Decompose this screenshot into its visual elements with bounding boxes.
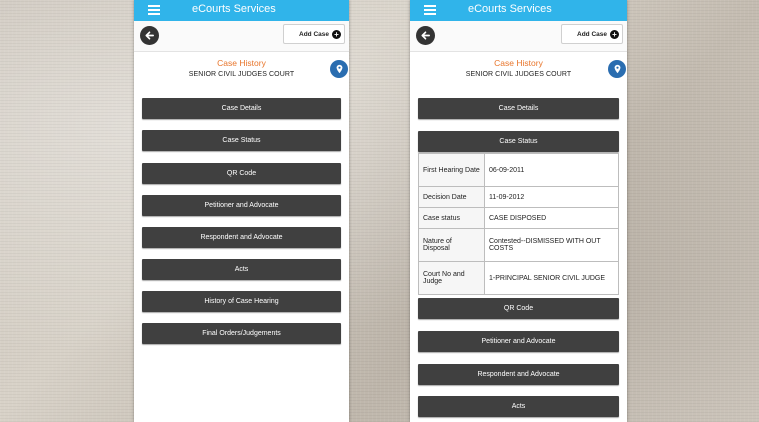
- table-row: Nature of Disposal Contested--DISMISSED …: [418, 228, 619, 262]
- back-button[interactable]: [416, 26, 435, 45]
- plus-circle-icon: +: [610, 29, 619, 39]
- case-history-title: Case History: [217, 58, 266, 68]
- app-bar: eCourts Services: [134, 0, 349, 21]
- case-status-button[interactable]: Case Status: [142, 130, 341, 151]
- case-history-header: Case History SENIOR CIVIL JUDGES COURT: [134, 58, 349, 78]
- first-hearing-date-value: 06-09-2011: [484, 153, 619, 187]
- map-pin-icon: [336, 64, 342, 74]
- acts-button[interactable]: Acts: [418, 396, 619, 417]
- court-name: SENIOR CIVIL JUDGES COURT: [188, 71, 295, 78]
- case-details-button[interactable]: Case Details: [418, 98, 619, 119]
- case-status-table: First Hearing Date 06-09-2011 Decision D…: [418, 153, 619, 295]
- add-case-label: Add Case: [299, 30, 329, 38]
- hamburger-menu-icon[interactable]: [148, 3, 160, 17]
- arrow-left-icon: [145, 31, 154, 40]
- nature-of-disposal-value: Contested--DISMISSED WITH OUT COSTS: [484, 228, 619, 262]
- first-hearing-date-label: First Hearing Date: [418, 153, 485, 187]
- final-orders-button[interactable]: Final Orders/Judgements: [142, 323, 341, 344]
- case-details-button[interactable]: Case Details: [142, 98, 341, 119]
- app-title: eCourts Services: [468, 3, 552, 15]
- toolbar: Add Case +: [410, 21, 627, 52]
- phone-screen-left: eCourts Services Add Case + Case History…: [134, 0, 349, 422]
- add-case-button[interactable]: Add Case +: [561, 24, 623, 44]
- add-case-label: Add Case: [577, 30, 607, 38]
- acts-button[interactable]: Acts: [142, 259, 341, 280]
- qr-code-button[interactable]: QR Code: [418, 298, 619, 319]
- toolbar: Add Case +: [134, 21, 349, 52]
- table-row: First Hearing Date 06-09-2011: [418, 153, 619, 187]
- petitioner-advocate-button[interactable]: Petitioner and Advocate: [418, 331, 619, 352]
- map-pin-icon: [614, 64, 620, 74]
- petitioner-advocate-button[interactable]: Petitioner and Advocate: [142, 195, 341, 216]
- qr-code-button[interactable]: QR Code: [142, 163, 341, 184]
- add-case-button[interactable]: Add Case +: [283, 24, 345, 44]
- court-no-judge-value: 1-PRINCIPAL SENIOR CIVIL JUDGE: [484, 261, 619, 295]
- table-row: Court No and Judge 1-PRINCIPAL SENIOR CI…: [418, 261, 619, 295]
- decision-date-label: Decision Date: [418, 186, 485, 208]
- case-status-button[interactable]: Case Status: [418, 131, 619, 152]
- arrow-left-icon: [421, 31, 430, 40]
- table-row: Case status CASE DISPOSED: [418, 207, 619, 229]
- case-history-header: Case History SENIOR CIVIL JUDGES COURT: [410, 58, 627, 78]
- nature-of-disposal-label: Nature of Disposal: [418, 228, 485, 262]
- plus-circle-icon: +: [332, 29, 341, 39]
- court-no-judge-label: Court No and Judge: [418, 261, 485, 295]
- respondent-advocate-button[interactable]: Respondent and Advocate: [142, 227, 341, 248]
- history-of-case-hearing-button[interactable]: History of Case Hearing: [142, 291, 341, 312]
- court-name: SENIOR CIVIL JUDGES COURT: [465, 71, 572, 78]
- case-status-label: Case status: [418, 207, 485, 229]
- decision-date-value: 11-09-2012: [484, 186, 619, 208]
- back-button[interactable]: [140, 26, 159, 45]
- table-row: Decision Date 11-09-2012: [418, 186, 619, 208]
- map-pin-button[interactable]: [608, 60, 626, 78]
- app-title: eCourts Services: [192, 3, 276, 15]
- case-status-value: CASE DISPOSED: [484, 207, 619, 229]
- hamburger-menu-icon[interactable]: [424, 3, 436, 17]
- map-pin-button[interactable]: [330, 60, 348, 78]
- respondent-advocate-button[interactable]: Respondent and Advocate: [418, 364, 619, 385]
- case-history-title: Case History: [494, 58, 543, 68]
- phone-screen-right: eCourts Services Add Case + Case History…: [410, 0, 627, 422]
- app-bar: eCourts Services: [410, 0, 627, 21]
